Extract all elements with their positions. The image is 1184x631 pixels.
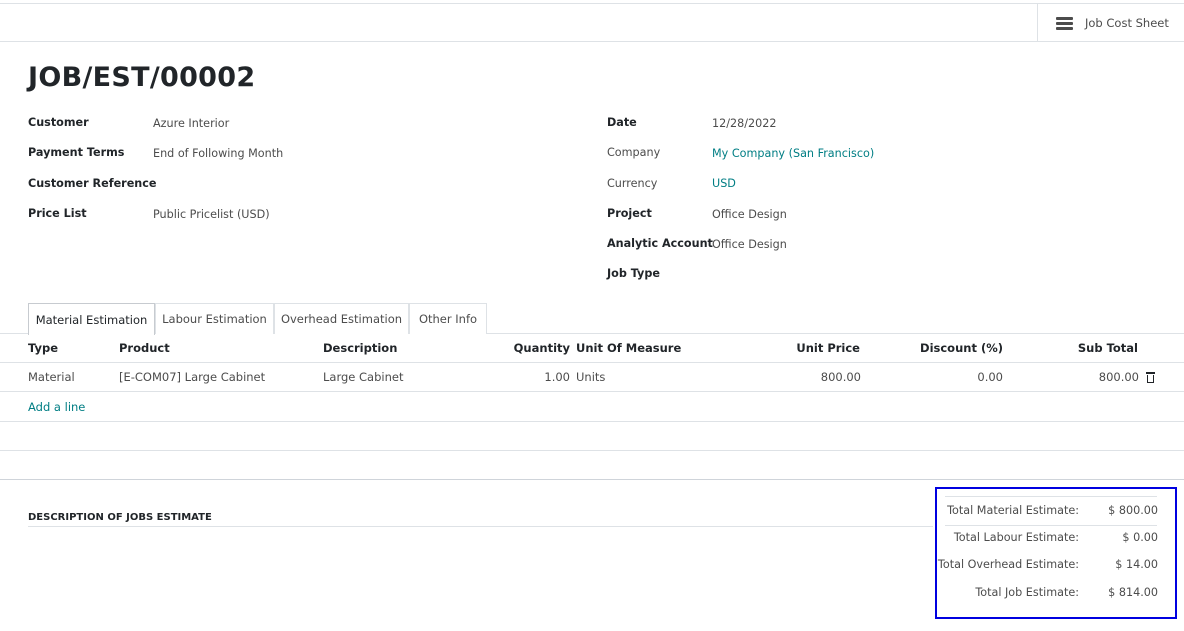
date-label: Date: [607, 116, 637, 129]
total-overhead-value: $ 14.00: [1115, 558, 1158, 571]
date-field[interactable]: 12/28/2022: [712, 117, 776, 131]
col-description[interactable]: Description: [323, 334, 397, 363]
currency-link[interactable]: USD: [712, 177, 736, 191]
price-list-field[interactable]: Public Pricelist (USD): [153, 208, 270, 222]
tab-overhead-estimation[interactable]: Overhead Estimation: [274, 303, 409, 334]
totals-top-line: [945, 496, 1157, 497]
col-subtotal[interactable]: Sub Total: [1020, 334, 1138, 363]
add-line-link[interactable]: Add a line: [28, 400, 85, 414]
description-field[interactable]: [28, 526, 933, 527]
payment-terms-field[interactable]: End of Following Month: [153, 147, 283, 161]
job-cost-sheet-label: Job Cost Sheet: [1085, 16, 1169, 30]
trash-icon[interactable]: [1145, 371, 1156, 383]
row-divider: [0, 450, 1184, 451]
col-discount[interactable]: Discount (%): [880, 334, 1003, 363]
cell-unit-price: 800.00: [820, 370, 861, 384]
cell-description: Large Cabinet: [323, 370, 404, 384]
payment-terms-label: Payment Terms: [28, 146, 125, 159]
customer-field[interactable]: Azure Interior: [153, 117, 229, 131]
price-list-label: Price List: [28, 207, 87, 220]
cell-product: [E-COM07] Large Cabinet: [119, 370, 266, 384]
company-link[interactable]: My Company (San Francisco): [712, 147, 874, 161]
currency-label: Currency: [607, 177, 658, 190]
totals-summary: Total Material Estimate: $ 800.00 Total …: [935, 487, 1177, 619]
cell-discount: 0.00: [977, 370, 1003, 384]
cell-type: Material: [28, 370, 75, 384]
table-header: Type Product Description Quantity Unit O…: [0, 334, 1184, 363]
col-type[interactable]: Type: [28, 334, 58, 363]
total-labour-label: Total Labour Estimate:: [953, 531, 1079, 544]
table-row[interactable]: Material [E-COM07] Large Cabinet Large C…: [0, 363, 1184, 392]
section-divider: [0, 479, 1184, 480]
total-material-label: Total Material Estimate:: [947, 504, 1079, 517]
analytic-account-field[interactable]: Office Design: [712, 238, 787, 252]
analytic-account-label: Analytic Account: [607, 237, 713, 250]
job-type-label: Job Type: [607, 267, 660, 280]
total-labour-value: $ 0.00: [1122, 531, 1158, 544]
col-quantity[interactable]: Quantity: [470, 334, 570, 363]
customer-reference-label: Customer Reference: [28, 177, 157, 190]
menu-bars-icon: [1056, 16, 1073, 30]
totals-line: [945, 525, 1157, 526]
page-title: JOB/EST/00002: [28, 62, 256, 93]
row-divider: [0, 421, 1184, 422]
col-product[interactable]: Product: [119, 334, 170, 363]
tab-other-info[interactable]: Other Info: [409, 303, 487, 334]
total-job-label: Total Job Estimate:: [975, 586, 1079, 599]
cell-quantity: 1.00: [544, 370, 570, 384]
company-label: Company: [607, 146, 661, 159]
cell-subtotal: 800.00: [1098, 370, 1139, 384]
control-panel: Job Cost Sheet: [0, 3, 1184, 42]
tab-material-estimation[interactable]: Material Estimation: [28, 303, 155, 335]
customer-label: Customer: [28, 116, 89, 129]
total-material-value: $ 800.00: [1108, 504, 1158, 517]
project-field[interactable]: Office Design: [712, 208, 787, 222]
cell-uom: Units: [576, 370, 606, 384]
col-unit-price[interactable]: Unit Price: [740, 334, 860, 363]
col-uom[interactable]: Unit Of Measure: [576, 334, 681, 363]
tab-labour-estimation[interactable]: Labour Estimation: [155, 303, 274, 334]
description-title: DESCRIPTION OF JOBS ESTIMATE: [28, 512, 212, 523]
total-overhead-label: Total Overhead Estimate:: [937, 558, 1079, 571]
job-cost-sheet-button[interactable]: Job Cost Sheet: [1037, 4, 1184, 42]
total-job-value: $ 814.00: [1108, 586, 1158, 599]
project-label: Project: [607, 207, 652, 220]
notebook-tabs: Material Estimation Labour Estimation Ov…: [0, 303, 1184, 335]
